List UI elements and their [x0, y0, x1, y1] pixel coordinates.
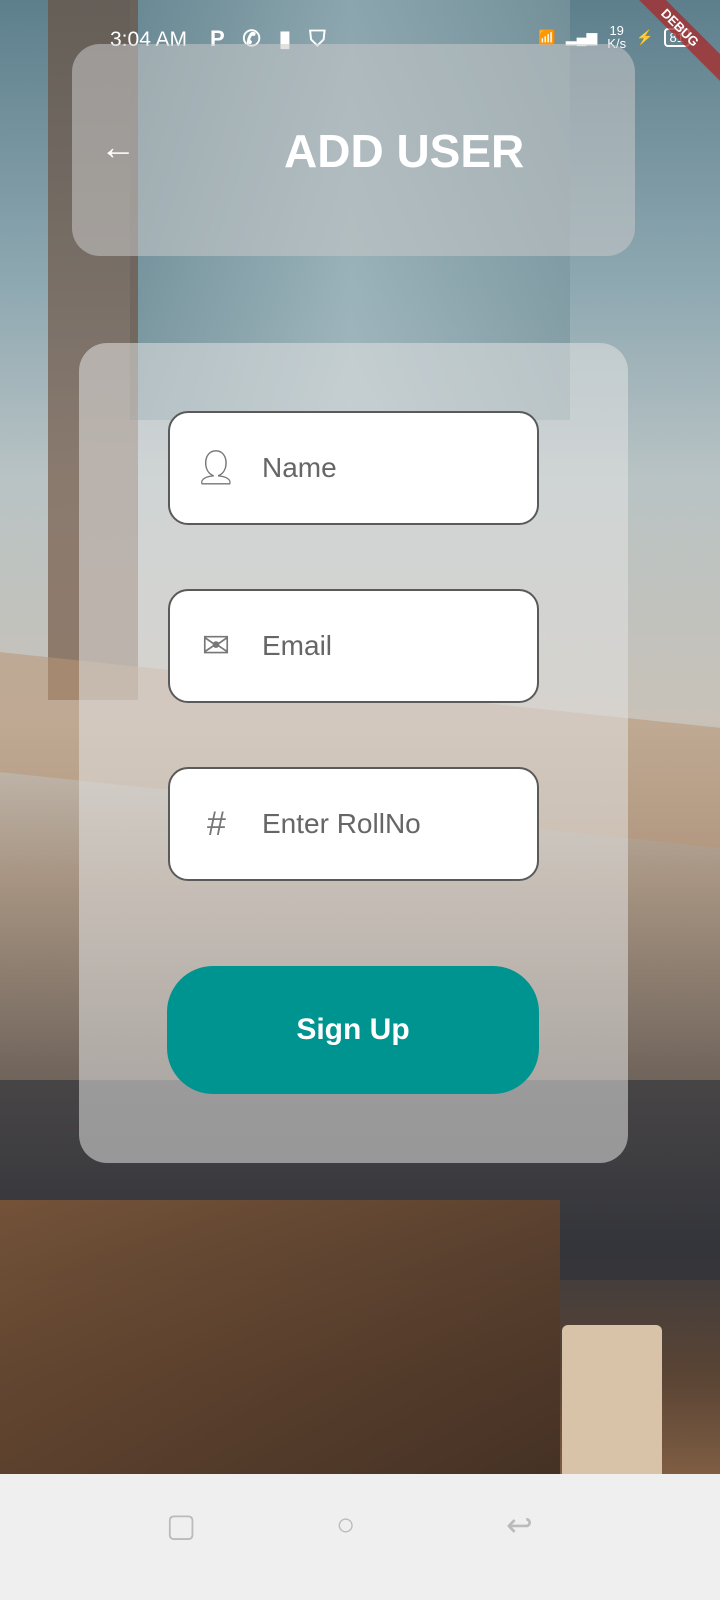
email-field[interactable]: ✉: [168, 589, 539, 703]
name-field[interactable]: 👤︎: [168, 411, 539, 525]
home-icon[interactable]: ○: [336, 1506, 355, 1543]
navigation-bar: ▢ ○ ↩: [0, 1474, 720, 1600]
charging-icon: ⚡: [636, 28, 654, 45]
sign-up-button[interactable]: Sign Up: [167, 966, 539, 1094]
mail-icon: ✉: [201, 627, 231, 665]
name-input[interactable]: [262, 452, 522, 484]
back-nav-icon[interactable]: ↩: [506, 1506, 533, 1544]
email-input[interactable]: [262, 630, 522, 662]
wifi-icon: 📶: [538, 28, 556, 45]
person-icon: 👤︎: [194, 449, 238, 487]
recents-icon[interactable]: ▢: [166, 1506, 196, 1544]
page-title: ADD USER: [284, 125, 525, 177]
rollno-field[interactable]: #: [168, 767, 539, 881]
signal-icon: ▂▄▆: [565, 28, 598, 45]
back-arrow-icon[interactable]: ←: [100, 126, 136, 168]
app-bar: ← ADD USER: [72, 44, 635, 256]
rollno-input[interactable]: [262, 808, 522, 840]
hash-icon: #: [206, 804, 226, 843]
